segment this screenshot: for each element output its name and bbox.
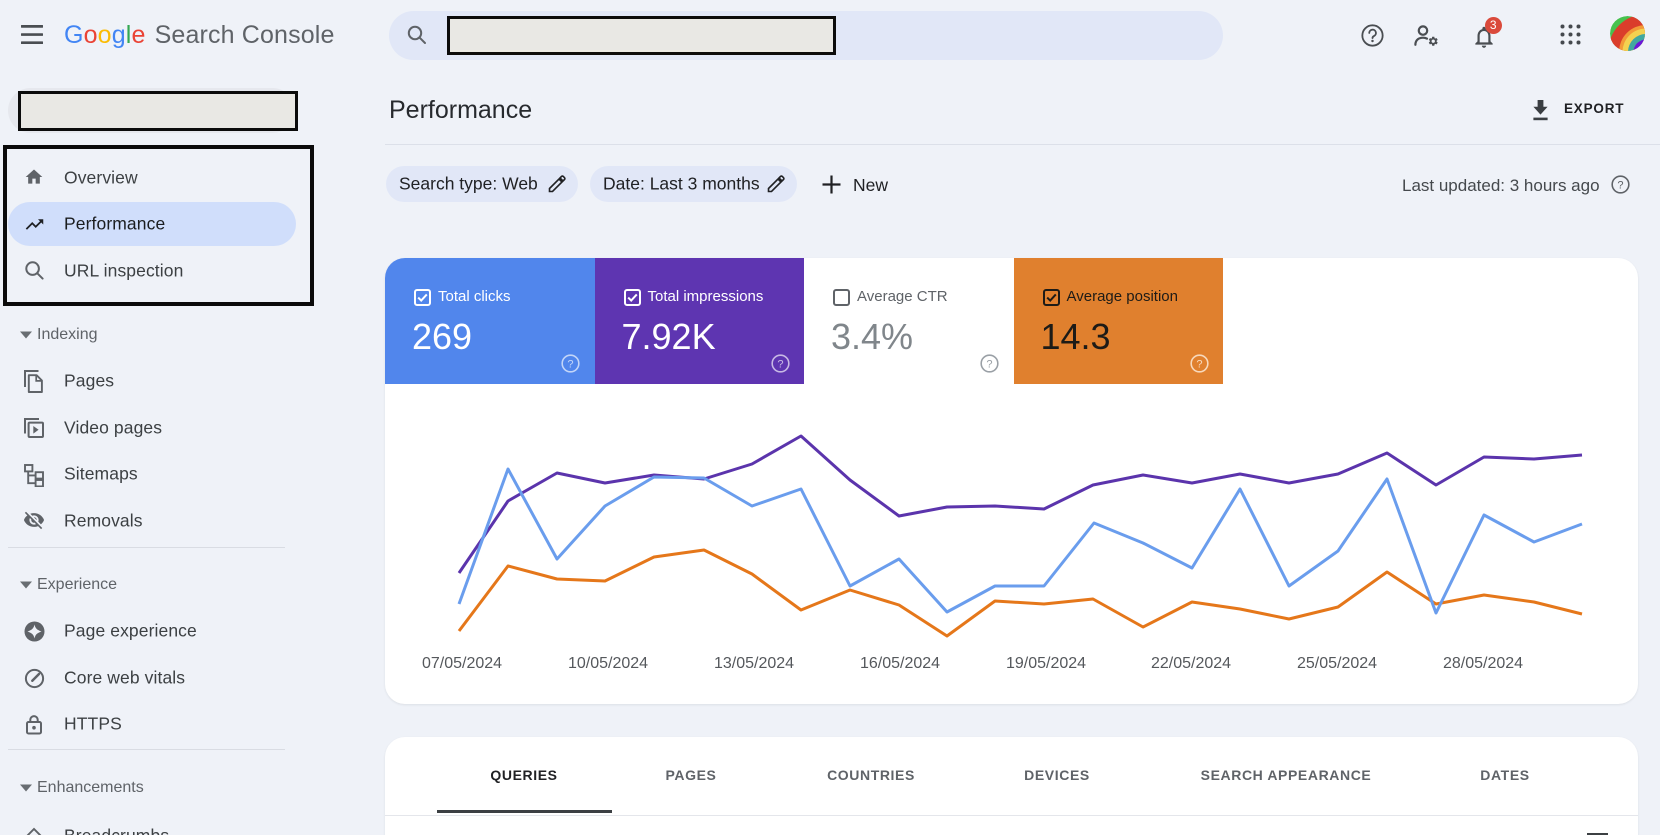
svg-text:16/05/2024: 16/05/2024	[860, 655, 940, 672]
svg-text:07/05/2024: 07/05/2024	[422, 655, 502, 672]
svg-text:?: ?	[1196, 358, 1202, 370]
svg-text:25/05/2024: 25/05/2024	[1297, 655, 1377, 672]
svg-text:?: ?	[567, 358, 573, 370]
svg-text:10/05/2024: 10/05/2024	[568, 655, 648, 672]
svg-text:?: ?	[777, 358, 783, 370]
svg-text:?: ?	[1617, 179, 1623, 191]
svg-text:?: ?	[986, 358, 992, 370]
svg-text:19/05/2024: 19/05/2024	[1006, 655, 1086, 672]
svg-text:22/05/2024: 22/05/2024	[1151, 655, 1231, 672]
svg-text:13/05/2024: 13/05/2024	[714, 655, 794, 672]
svg-text:28/05/2024: 28/05/2024	[1443, 655, 1523, 672]
